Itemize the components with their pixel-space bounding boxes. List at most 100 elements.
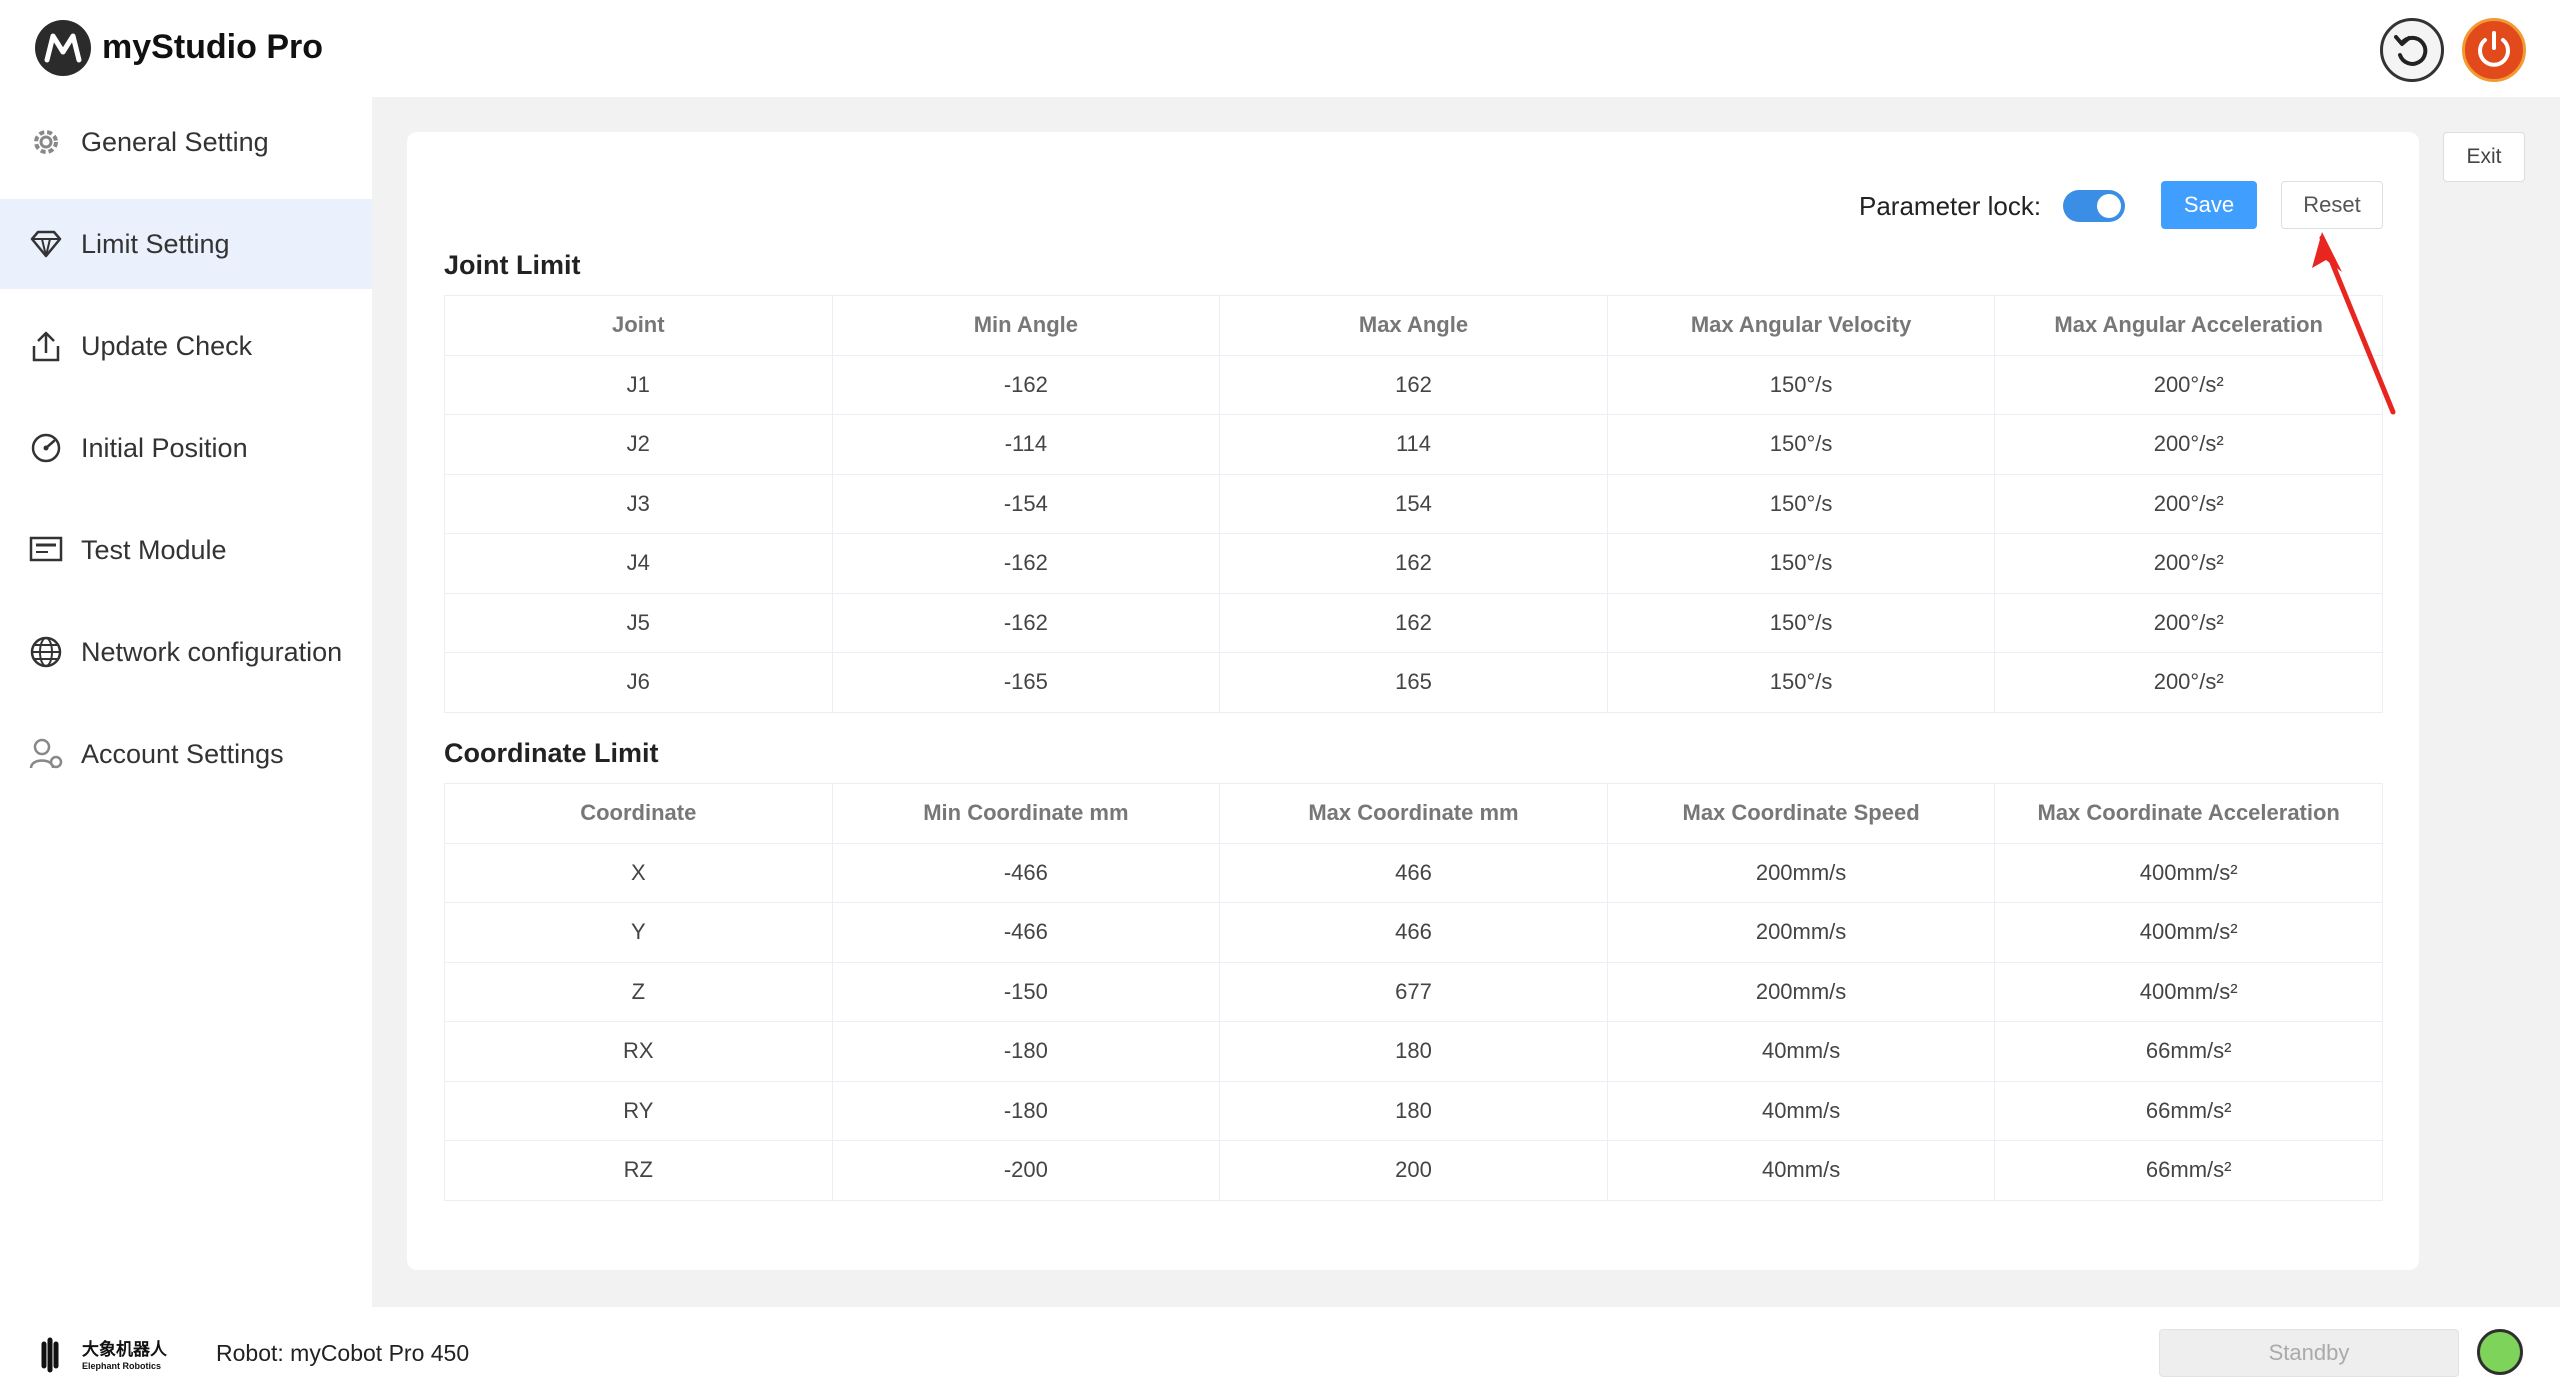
table-cell[interactable]: 66mm/s² [1994,1080,2383,1141]
table-cell[interactable]: 200°/s² [1994,473,2383,534]
sidebar-item-label: Limit Setting [81,228,230,259]
table-cell[interactable]: 150°/s [1606,652,1996,713]
table-cell[interactable]: 162 [1219,592,1608,653]
table-cell[interactable]: -466 [831,902,1221,963]
table-row: Z -150 677 200mm/s 400mm/s² [444,961,2383,1022]
table-cell[interactable]: 677 [1219,961,1608,1022]
table-cell[interactable]: 150°/s [1606,473,1996,534]
power-button[interactable] [2462,18,2526,82]
table-row: J5 -162 162 150°/s 200°/s² [444,592,2383,653]
joint-limit-title: Joint Limit [444,250,581,280]
table-cell[interactable]: 180 [1219,1021,1608,1082]
undo-button[interactable] [2380,18,2444,82]
column-header: Min Coordinate mm [831,783,1221,844]
undo-icon [2394,35,2428,66]
table-cell[interactable]: -180 [831,1021,1221,1082]
table-cell[interactable]: 162 [1219,354,1608,415]
diamond-limit-icon [30,230,62,258]
app-title: myStudio Pro [102,28,324,66]
table-row: J1 -162 162 150°/s 200°/s² [444,354,2383,415]
table-cell[interactable]: 150°/s [1606,414,1996,475]
table-cell: RY [444,1080,833,1141]
table-cell[interactable]: -154 [831,473,1221,534]
table-cell[interactable]: -180 [831,1080,1221,1141]
column-header: Coordinate [444,783,833,844]
table-cell[interactable]: 180 [1219,1080,1608,1141]
table-cell[interactable]: 200mm/s [1606,902,1996,963]
table-cell[interactable]: -114 [831,414,1221,475]
gear-icon [34,130,58,154]
table-cell[interactable]: -466 [831,842,1221,903]
exit-button[interactable]: Exit [2443,132,2525,182]
table-cell[interactable]: 150°/s [1606,354,1996,415]
sidebar-item-label: Initial Position [81,432,248,463]
table-cell[interactable]: 200°/s² [1994,533,2383,594]
standby-button[interactable]: Standby [2159,1329,2459,1377]
table-cell: X [444,842,833,903]
table-cell[interactable]: 200mm/s [1606,842,1996,903]
table-cell[interactable]: 200°/s² [1994,652,2383,713]
table-row: RY -180 180 40mm/s 66mm/s² [444,1080,2383,1141]
table-cell[interactable]: 200 [1219,1140,1608,1201]
table-cell: J3 [444,473,833,534]
sidebar-item-label: Test Module [81,534,227,565]
sidebar-item-general-setting[interactable]: General Setting [0,97,372,187]
table-cell[interactable]: 466 [1219,902,1608,963]
table-cell[interactable]: 400mm/s² [1994,842,2383,903]
brand-name-en: Elephant Robotics [82,1361,161,1371]
table-cell[interactable]: -162 [831,592,1221,653]
table-cell[interactable]: 200°/s² [1994,414,2383,475]
table-cell: Z [444,961,833,1022]
column-header: Max Coordinate mm [1219,783,1608,844]
table-cell[interactable]: 200°/s² [1994,592,2383,653]
table-cell[interactable]: -162 [831,533,1221,594]
table-row: RX -180 180 40mm/s 66mm/s² [444,1021,2383,1082]
table-cell: J5 [444,592,833,653]
table-row: J4 -162 162 150°/s 200°/s² [444,533,2383,594]
table-cell[interactable]: 40mm/s [1606,1080,1996,1141]
column-header: Min Angle [831,295,1221,356]
sidebar-item-initial-position[interactable]: Initial Position [0,403,372,493]
connection-status-indicator [2477,1329,2523,1375]
table-cell[interactable]: 66mm/s² [1994,1021,2383,1082]
user-gear-icon [29,738,63,769]
table-cell[interactable]: 66mm/s² [1994,1140,2383,1201]
annotation-arrow [2312,232,2396,415]
table-cell[interactable]: 40mm/s [1606,1021,1996,1082]
table-header-row: Coordinate Min Coordinate mm Max Coordin… [444,783,2383,844]
table-cell[interactable]: 466 [1219,842,1608,903]
coordinate-limit-title: Coordinate Limit [444,738,659,768]
table-cell[interactable]: 400mm/s² [1994,902,2383,963]
parameter-lock-toggle[interactable] [2063,190,2125,222]
sidebar-item-label: Update Check [81,330,253,361]
sidebar-item-network-configuration[interactable]: Network configuration [0,607,372,697]
table-cell[interactable]: 162 [1219,533,1608,594]
sidebar-item-limit-setting[interactable]: Limit Setting [0,199,372,289]
sidebar-item-test-module[interactable]: Test Module [0,505,372,595]
table-cell[interactable]: 114 [1219,414,1608,475]
table-cell[interactable]: 154 [1219,473,1608,534]
column-header: Joint [444,295,833,356]
table-row: J3 -154 154 150°/s 200°/s² [444,473,2383,534]
table-cell[interactable]: 200mm/s [1606,961,1996,1022]
table-cell[interactable]: 150°/s [1606,533,1996,594]
table-cell[interactable]: -165 [831,652,1221,713]
table-row: Y -466 466 200mm/s 400mm/s² [444,902,2383,963]
table-cell[interactable]: 40mm/s [1606,1140,1996,1201]
table-cell: Y [444,902,833,963]
table-row: J2 -114 114 150°/s 200°/s² [444,414,2383,475]
app-header: myStudio Pro [0,0,2560,97]
table-cell[interactable]: 165 [1219,652,1608,713]
table-cell[interactable]: 150°/s [1606,592,1996,653]
sidebar-item-account-settings[interactable]: Account Settings [0,709,372,799]
gauge-icon [31,433,61,463]
sidebar-item-update-check[interactable]: Update Check [0,301,372,391]
table-cell[interactable]: -200 [831,1140,1221,1201]
table-cell[interactable]: 400mm/s² [1994,961,2383,1022]
sidebar-item-label: General Setting [81,126,269,157]
column-header: Max Coordinate Speed [1606,783,1996,844]
toggle-knob [2097,194,2121,218]
table-cell[interactable]: -150 [831,961,1221,1022]
save-button[interactable]: Save [2161,181,2257,229]
table-cell[interactable]: -162 [831,354,1221,415]
